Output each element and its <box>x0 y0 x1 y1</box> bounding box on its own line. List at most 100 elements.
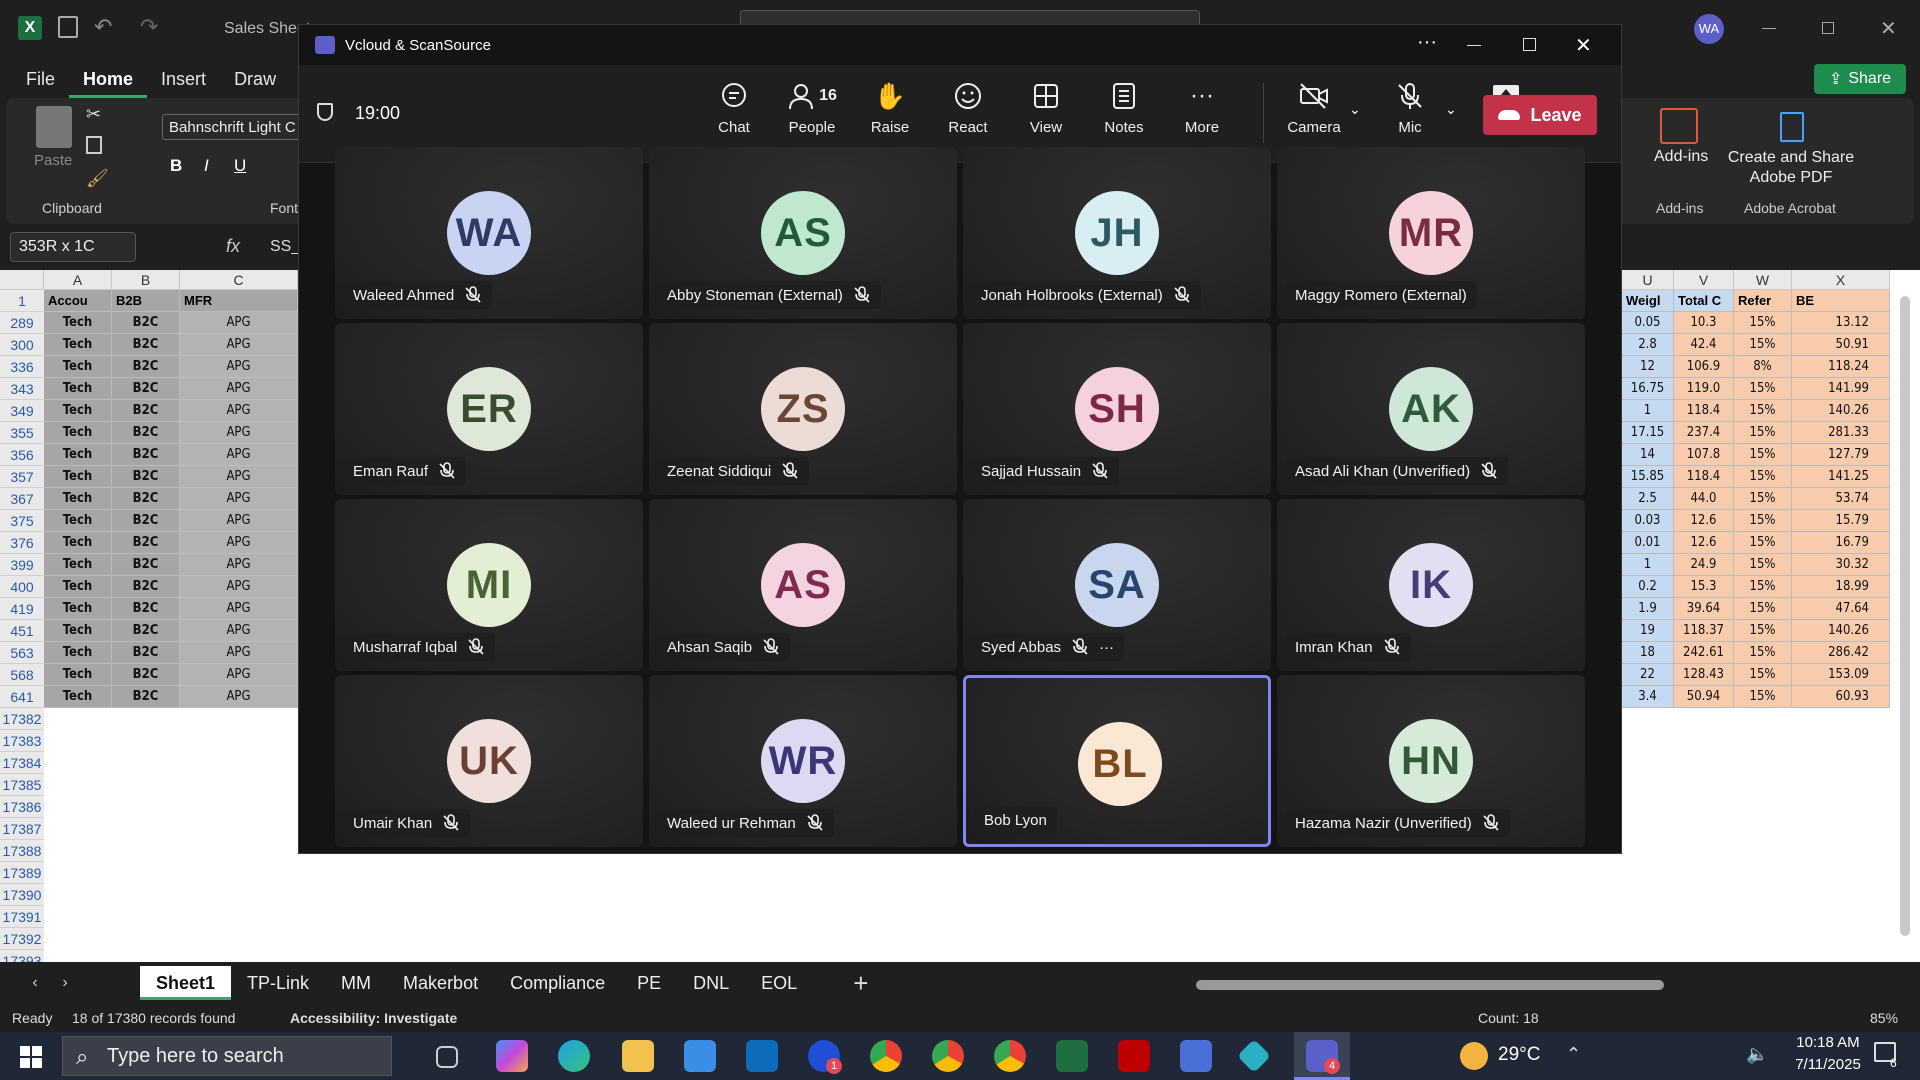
table-cell[interactable]: APG <box>180 378 298 400</box>
participant-tile[interactable]: SA Syed Abbas ··· <box>963 499 1271 671</box>
cut-icon[interactable]: ✂ <box>86 104 101 125</box>
table-cell[interactable]: 16.79 <box>1792 532 1890 554</box>
font-name-select[interactable]: Bahnschrift Light C <box>162 114 304 140</box>
table-cell[interactable]: 15% <box>1734 510 1792 532</box>
table-cell[interactable]: B2C <box>112 554 180 576</box>
table-cell[interactable]: B2C <box>112 378 180 400</box>
column-header[interactable]: B <box>112 270 180 290</box>
table-cell[interactable]: Tech <box>44 334 112 356</box>
clock-date[interactable]: 7/11/2025 <box>1788 1056 1868 1073</box>
table-cell[interactable]: 39.64 <box>1674 598 1734 620</box>
table-cell[interactable]: 2.5 <box>1622 488 1674 510</box>
sheet-tab-eol[interactable]: EOL <box>745 966 813 1000</box>
table-cell[interactable]: 47.64 <box>1792 598 1890 620</box>
column-filter-header[interactable]: B2B <box>112 290 180 312</box>
table-cell[interactable]: B2C <box>112 422 180 444</box>
table-cell[interactable]: Tech <box>44 510 112 532</box>
table-cell[interactable]: 15% <box>1734 598 1792 620</box>
table-cell[interactable]: APG <box>180 510 298 532</box>
row-number[interactable]: 563 <box>0 642 44 664</box>
clock-time[interactable]: 10:18 AM <box>1788 1034 1868 1051</box>
row-number[interactable]: 17385 <box>0 774 44 796</box>
table-cell[interactable]: B2C <box>112 686 180 708</box>
participant-tile[interactable]: MI Musharraf Iqbal <box>335 499 643 671</box>
tab-insert[interactable]: Insert <box>147 60 220 98</box>
participant-tile[interactable]: BL Bob Lyon <box>963 675 1271 847</box>
participant-tile[interactable]: WR Waleed ur Rehman <box>649 675 957 847</box>
table-cell[interactable]: 18 <box>1622 642 1674 664</box>
table-cell[interactable]: B2C <box>112 488 180 510</box>
table-cell[interactable]: 286.42 <box>1792 642 1890 664</box>
horizontal-scrollbar[interactable] <box>1196 980 1664 990</box>
table-cell[interactable]: 15% <box>1734 466 1792 488</box>
row-number[interactable]: 17393 <box>0 950 44 962</box>
table-cell[interactable]: 140.26 <box>1792 620 1890 642</box>
table-cell[interactable]: 2.8 <box>1622 334 1674 356</box>
speaker-icon[interactable]: 🔈 <box>1746 1044 1768 1065</box>
row-number[interactable]: 356 <box>0 444 44 466</box>
table-cell[interactable]: 118.37 <box>1674 620 1734 642</box>
row-number[interactable]: 568 <box>0 664 44 686</box>
table-cell[interactable]: APG <box>180 400 298 422</box>
table-cell[interactable]: 50.94 <box>1674 686 1734 708</box>
filezilla-icon[interactable] <box>1118 1040 1150 1072</box>
italic-button[interactable]: I <box>204 156 209 176</box>
table-cell[interactable]: 242.61 <box>1674 642 1734 664</box>
close-icon[interactable]: ✕ <box>1880 16 1897 41</box>
table-cell[interactable]: 15% <box>1734 444 1792 466</box>
tab-file[interactable]: File <box>12 60 69 98</box>
calculator-icon[interactable] <box>1180 1040 1212 1072</box>
copilot-icon[interactable] <box>496 1040 528 1072</box>
row-number[interactable]: 17382 <box>0 708 44 730</box>
fx-icon[interactable]: fx <box>226 236 240 257</box>
table-cell[interactable]: B2C <box>112 400 180 422</box>
row-number[interactable]: 367 <box>0 488 44 510</box>
table-cell[interactable]: 50.91 <box>1792 334 1890 356</box>
table-cell[interactable]: 15% <box>1734 422 1792 444</box>
sheet-tab-pe[interactable]: PE <box>621 966 677 1000</box>
table-cell[interactable]: Tech <box>44 554 112 576</box>
table-cell[interactable]: 15% <box>1734 400 1792 422</box>
row-number[interactable]: 17384 <box>0 752 44 774</box>
redo-icon[interactable]: ↷ <box>140 14 158 40</box>
vertical-scrollbar[interactable] <box>1900 296 1910 936</box>
table-cell[interactable]: Tech <box>44 466 112 488</box>
participant-tile[interactable]: AS Ahsan Saqib <box>649 499 957 671</box>
addins-label[interactable]: Add-ins <box>1654 148 1708 166</box>
table-cell[interactable]: APG <box>180 598 298 620</box>
participant-tile[interactable]: WA Waleed Ahmed <box>335 147 643 319</box>
participant-tile[interactable]: MR Maggy Romero (External) <box>1277 147 1585 319</box>
chrome-alt-icon[interactable] <box>994 1040 1026 1072</box>
format-painter-icon[interactable]: 🖌 <box>86 168 109 189</box>
row-number[interactable]: 451 <box>0 620 44 642</box>
table-cell[interactable]: APG <box>180 356 298 378</box>
undo-icon[interactable]: ↶ <box>94 14 112 40</box>
windows-start-icon[interactable] <box>20 1046 42 1068</box>
sheet-tab-tp-link[interactable]: TP-Link <box>231 966 325 1000</box>
table-cell[interactable]: APG <box>180 532 298 554</box>
row-number[interactable]: 289 <box>0 312 44 334</box>
table-cell[interactable]: 15% <box>1734 312 1792 334</box>
column-header[interactable]: U <box>1622 270 1674 290</box>
table-cell[interactable]: APG <box>180 664 298 686</box>
row-number[interactable]: 376 <box>0 532 44 554</box>
row-number[interactable]: 641 <box>0 686 44 708</box>
sheet-tab-dnl[interactable]: DNL <box>677 966 745 1000</box>
table-cell[interactable]: 237.4 <box>1674 422 1734 444</box>
table-cell[interactable]: 19 <box>1622 620 1674 642</box>
table-cell[interactable]: 53.74 <box>1792 488 1890 510</box>
table-cell[interactable]: B2C <box>112 334 180 356</box>
table-cell[interactable]: Tech <box>44 444 112 466</box>
column-header[interactable]: W <box>1734 270 1792 290</box>
tray-chevron-icon[interactable]: ⌃ <box>1566 1044 1581 1065</box>
table-cell[interactable]: 15% <box>1734 378 1792 400</box>
table-cell[interactable]: 1 <box>1622 400 1674 422</box>
row-number[interactable]: 355 <box>0 422 44 444</box>
table-cell[interactable]: 140.26 <box>1792 400 1890 422</box>
table-cell[interactable]: 30.32 <box>1792 554 1890 576</box>
select-all-corner[interactable] <box>0 270 44 290</box>
table-cell[interactable]: 0.03 <box>1622 510 1674 532</box>
table-cell[interactable]: 13.12 <box>1792 312 1890 334</box>
participant-tile[interactable]: HN Hazama Nazir (Unverified) <box>1277 675 1585 847</box>
table-cell[interactable]: 107.8 <box>1674 444 1734 466</box>
